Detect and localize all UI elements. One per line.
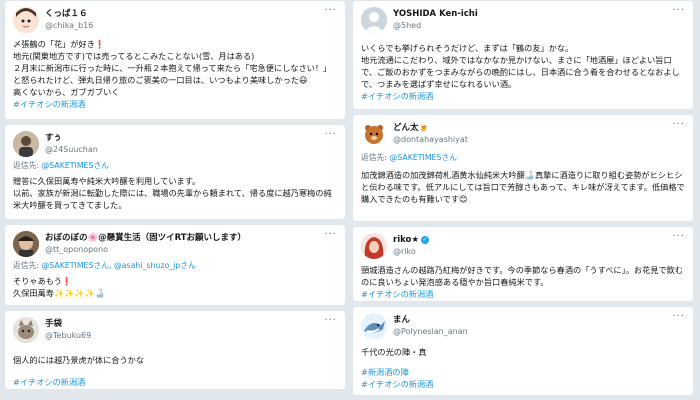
display-name[interactable]: 手袋 <box>45 318 337 330</box>
tweet-card[interactable]: まん @Polynesian_anan ··· 千代の光の陣・真 #新潟酒の陣 … <box>352 306 694 396</box>
more-options-icon[interactable]: ··· <box>672 5 685 16</box>
display-name[interactable]: YOSHIDA Ken-ichi <box>393 8 685 20</box>
default-silhouette-avatar[interactable] <box>361 7 387 33</box>
person-avatar[interactable] <box>13 131 39 157</box>
tweet-wall: くっぱ１６ @chika_b16 ··· 〆張鶴の「花」が好き❗ 地元(関東地方… <box>0 0 700 400</box>
user-handle[interactable]: @tt_oponopono <box>45 244 337 256</box>
display-name[interactable]: すぅ <box>45 132 337 144</box>
reply-prefix: 返信先: <box>13 261 42 270</box>
display-name[interactable]: まん <box>393 314 685 326</box>
tweet-text: 個人的には越乃景虎が体に合うかな <box>13 355 145 365</box>
kitten-avatar[interactable] <box>13 317 39 343</box>
hashtag-link[interactable]: #イチオシの新潟酒 <box>13 98 337 110</box>
user-handle[interactable]: @Polynesian_anan <box>393 326 685 338</box>
tweet-card[interactable]: 手袋 @Tebuku69 ··· 個人的には越乃景虎が体に合うかな #イチオシの… <box>4 310 346 390</box>
user-handle[interactable]: @riko <box>393 246 685 258</box>
left-column: くっぱ１６ @chika_b16 ··· 〆張鶴の「花」が好き❗ 地元(関東地方… <box>4 0 346 390</box>
more-options-icon[interactable]: ··· <box>672 119 685 130</box>
user-handle[interactable]: @5hed <box>393 20 685 32</box>
more-options-icon[interactable]: ··· <box>324 5 337 16</box>
tweet-text: 千代の光の陣・真 <box>361 347 427 357</box>
red-hair-avatar[interactable] <box>361 233 387 259</box>
bear-mascot-avatar[interactable] <box>361 121 387 147</box>
reply-to: 返信先: @SAKETIMESさん <box>13 160 337 171</box>
display-name[interactable]: riko★ ✓ <box>393 234 685 246</box>
tweet-text: 加茂錦酒造の加茂錦荷札酒黄水仙純米大吟醸🍶真摯に酒造りに取り組む姿勢がヒシヒシと… <box>361 170 685 204</box>
cartoon-girl-avatar[interactable] <box>13 7 39 33</box>
verified-icon: ✓ <box>421 235 429 244</box>
reply-mention[interactable]: @SAKETIMESさん <box>42 161 110 170</box>
tweet-text: そりゃあもう❗ 久保田萬寿✨✨✨✨🍶 <box>13 276 105 298</box>
hashtag-link[interactable]: #イチオシの新潟酒 <box>361 378 685 390</box>
user-handle[interactable]: @dontahayashiyat <box>393 134 685 146</box>
more-options-icon[interactable]: ··· <box>672 311 685 322</box>
tweet-card[interactable]: おぼのぼの🌸@懸賞生活（固ツイRTお願いします） @tt_oponopono ·… <box>4 224 346 306</box>
reply-to: 返信先: @SAKETIMESさん <box>361 152 685 163</box>
tweet-text: 頸城酒造さんの越路乃紅梅が好きです。今の季節なら春酒の「うすべに」。お花見で飲む… <box>361 265 684 287</box>
display-name[interactable]: おぼのぼの🌸@懸賞生活（固ツイRTお願いします） <box>45 232 337 244</box>
more-options-icon[interactable]: ··· <box>672 231 685 242</box>
more-options-icon[interactable]: ··· <box>324 229 337 240</box>
tweet-card[interactable]: くっぱ１６ @chika_b16 ··· 〆張鶴の「花」が好き❗ 地元(関東地方… <box>4 0 346 120</box>
tweet-text: 贈答に久保田萬寿や純米大吟醸を利用しています。 以前、家族が新潟に転勤した際には… <box>13 176 332 210</box>
more-options-icon[interactable]: ··· <box>324 315 337 326</box>
hashtag-link[interactable]: #新潟酒の陣 <box>361 366 685 378</box>
user-handle[interactable]: @chika_b16 <box>45 20 337 32</box>
face-avatar[interactable] <box>13 231 39 257</box>
hashtag-link[interactable]: #イチオシの新潟酒 <box>361 288 685 300</box>
tweet-text: 〆張鶴の「花」が好き❗ 地元(関東地方です)では売ってるとこみたことない(雪、月… <box>13 39 332 97</box>
more-options-icon[interactable]: ··· <box>324 129 337 140</box>
reply-prefix: 返信先: <box>13 161 42 170</box>
display-name[interactable]: くっぱ１６ <box>45 8 337 20</box>
reply-to: 返信先: @SAKETIMESさん, @asahi_shuzo_jpさん <box>13 260 337 271</box>
right-column: YOSHIDA Ken-ichi @5hed ··· いくらでも挙げられそうだけ… <box>352 0 694 396</box>
reply-mention[interactable]: @SAKETIMESさん <box>390 153 458 162</box>
tweet-card[interactable]: すぅ @24Suuchan ··· 返信先: @SAKETIMESさん 贈答に久… <box>4 124 346 220</box>
user-handle[interactable]: @24Suuchan <box>45 144 337 156</box>
tweet-card[interactable]: どん太🍺 @dontahayashiyat ··· 返信先: @SAKETIME… <box>352 114 694 222</box>
tweet-card[interactable]: riko★ ✓ @riko ··· 頸城酒造さんの越路乃紅梅が好きです。今の季節な… <box>352 226 694 302</box>
shark-avatar[interactable] <box>361 313 387 339</box>
reply-prefix: 返信先: <box>361 153 390 162</box>
tweet-card[interactable]: YOSHIDA Ken-ichi @5hed ··· いくらでも挙げられそうだけ… <box>352 0 694 110</box>
user-handle[interactable]: @Tebuku69 <box>45 330 337 342</box>
tweet-text: いくらでも挙げられそうだけど、まずは「鶴の友」かな。 地元流通にこだわり、域外で… <box>361 43 680 89</box>
reply-mention[interactable]: @SAKETIMESさん, @asahi_shuzo_jpさん <box>42 261 196 270</box>
display-name[interactable]: どん太🍺 <box>393 122 685 134</box>
hashtag-link[interactable]: #イチオシの新潟酒 <box>361 90 685 102</box>
hashtag-link[interactable]: #イチオシの新潟酒 <box>13 376 337 388</box>
